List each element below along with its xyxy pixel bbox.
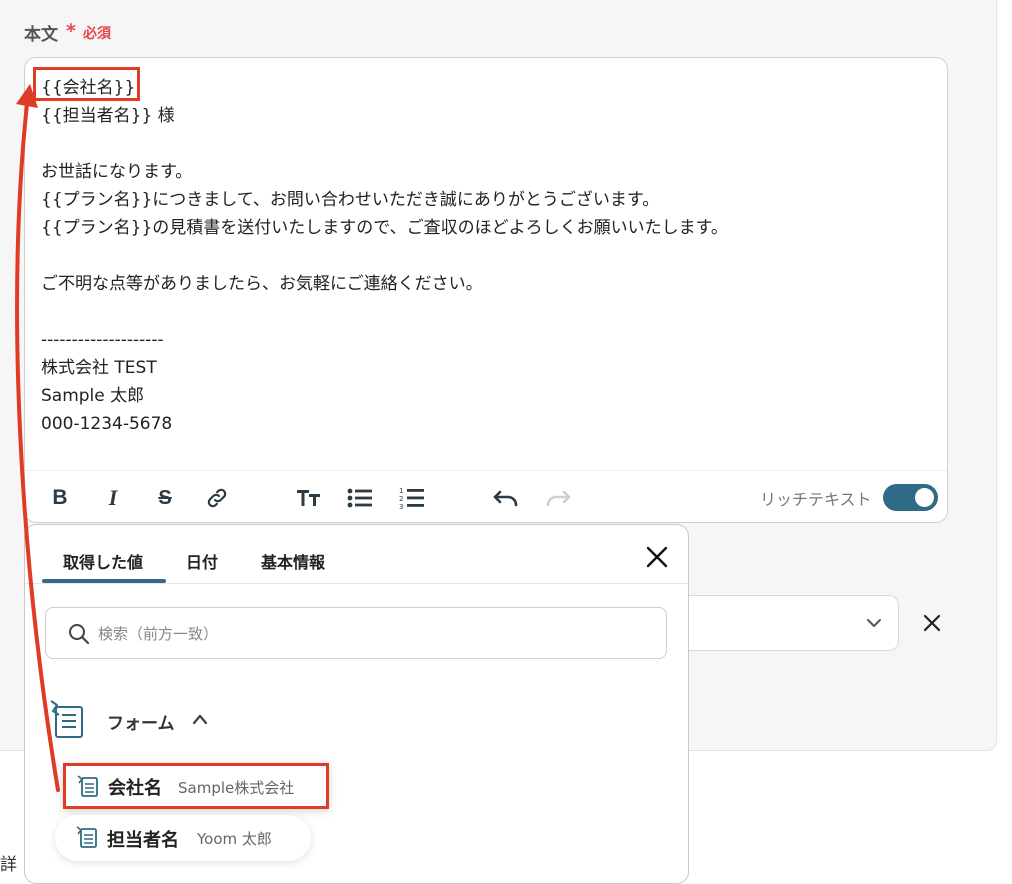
editor-line: {{プラン名}}につきまして、お問い合わせいただき誠にありがとうございます。 bbox=[41, 190, 660, 210]
editor-line: {{会社名}} bbox=[41, 78, 136, 98]
editor-line: ご不明な点等がありましたら、お気軽にご連絡ください。 bbox=[41, 274, 483, 294]
bullet-list-icon[interactable] bbox=[347, 485, 373, 511]
chevron-up-icon[interactable] bbox=[191, 712, 209, 726]
italic-icon[interactable]: I bbox=[100, 485, 126, 511]
editor-line: Sample 太郎 bbox=[41, 386, 145, 406]
form-field-icon bbox=[76, 826, 97, 848]
highlight-company-placeholder bbox=[33, 67, 140, 101]
value-item-contact-name[interactable]: 担当者名 Yoom 太郎 bbox=[55, 815, 311, 861]
editor-line: お世話になります。 bbox=[41, 162, 193, 182]
svg-text:3: 3 bbox=[399, 503, 403, 510]
text-size-icon[interactable] bbox=[296, 485, 322, 511]
rich-text-label: リッチテキスト bbox=[760, 490, 872, 509]
search-icon bbox=[69, 624, 90, 645]
link-icon[interactable] bbox=[204, 485, 230, 511]
close-icon[interactable] bbox=[645, 545, 669, 569]
required-asterisk: * bbox=[66, 20, 76, 42]
value-item-sample: Yoom 太郎 bbox=[197, 830, 272, 848]
chevron-down-icon[interactable] bbox=[864, 613, 884, 633]
svg-text:2: 2 bbox=[399, 495, 403, 503]
redo-icon[interactable] bbox=[545, 485, 571, 511]
editor-line: {{プラン名}}の見積書を送付いたしますので、ご査収のほどよろしくお願いいたしま… bbox=[41, 218, 728, 238]
strikethrough-icon[interactable]: S bbox=[152, 485, 178, 511]
form-icon bbox=[50, 700, 83, 738]
editor-line: {{担当者名}} 様 bbox=[41, 106, 175, 126]
numbered-list-icon[interactable]: 1 2 3 bbox=[399, 485, 425, 511]
value-item-name: 担当者名 bbox=[107, 830, 179, 851]
body-text-editor[interactable]: {{会社名}} {{担当者名}} 様お世話になります。 {{プラン名}}につきまして… bbox=[24, 57, 948, 523]
rich-text-toggle[interactable] bbox=[883, 484, 938, 511]
editor-line: -------------------- bbox=[41, 330, 164, 350]
search-input[interactable] bbox=[96, 619, 640, 649]
required-label: 必須 bbox=[83, 26, 111, 42]
tab-date[interactable]: 日付 bbox=[186, 549, 218, 573]
value-item-name: 会社名 bbox=[108, 778, 162, 799]
undo-icon[interactable] bbox=[493, 485, 519, 511]
tab-acquired-values[interactable]: 取得した値 bbox=[63, 549, 143, 573]
svg-text:1: 1 bbox=[399, 487, 403, 495]
bold-icon[interactable]: B bbox=[47, 485, 73, 511]
editor-content[interactable]: {{会社名}} {{担当者名}} 様お世話になります。 {{プラン名}}につきまして… bbox=[41, 74, 728, 438]
background-partial-text: 詳 bbox=[0, 855, 17, 875]
search-box[interactable] bbox=[45, 607, 667, 659]
value-item-sample: Sample株式会社 bbox=[178, 779, 295, 797]
editor-line: 000-1234-5678 bbox=[41, 414, 173, 434]
editor-toolbar: B I S 1 2 3 リッチテキスト bbox=[25, 470, 947, 523]
close-icon[interactable] bbox=[922, 613, 942, 633]
editor-line: 株式会社 TEST bbox=[41, 358, 157, 378]
form-field-icon bbox=[77, 775, 98, 797]
tab-basic-info[interactable]: 基本情報 bbox=[261, 549, 325, 573]
value-item-company-name[interactable]: 会社名 Sample株式会社 bbox=[63, 763, 329, 809]
tabs-divider bbox=[25, 583, 688, 584]
group-form-label[interactable]: フォーム bbox=[107, 709, 175, 734]
field-label: 本文 bbox=[24, 25, 58, 45]
